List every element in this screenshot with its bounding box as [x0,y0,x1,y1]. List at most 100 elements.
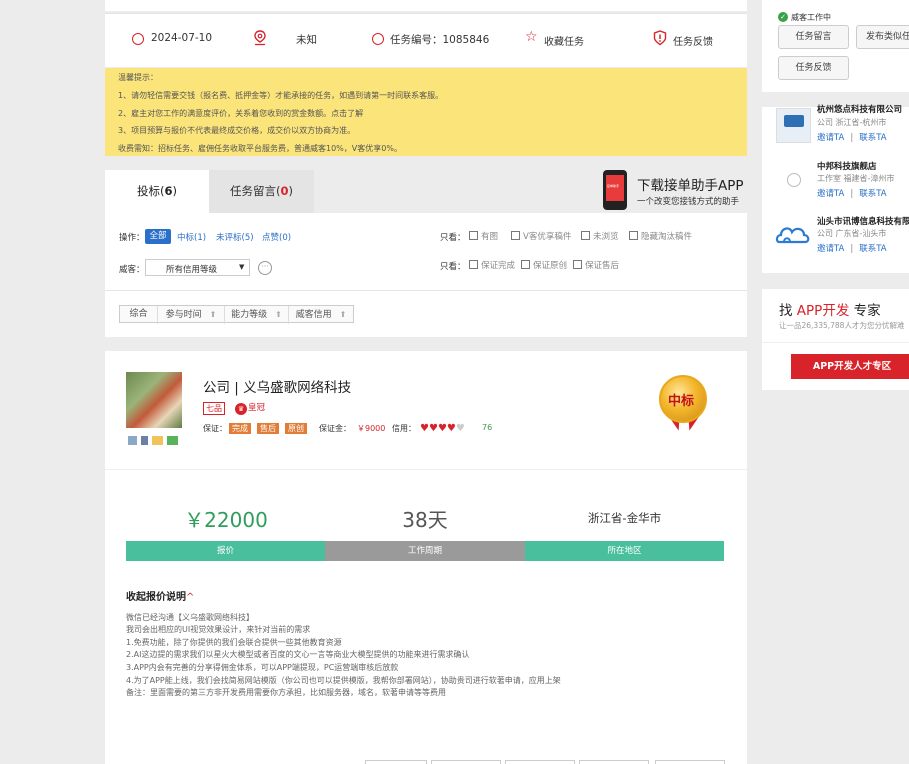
tab-bids[interactable]: 投标(6) [105,170,209,213]
app-promo-phone[interactable]: 接单助手 [603,170,627,210]
filter-liked-link[interactable]: 点赞(0) [262,231,291,243]
date-text: 2024-07-10 [151,32,213,44]
checkbox-guarantee-aftersale[interactable]: 保证售后 [573,259,619,271]
invite-link[interactable]: 邀请TA [817,133,844,143]
heart-icon: ♥ [420,423,429,434]
contact-link[interactable]: 联系TA [859,244,886,254]
checkbox-vip[interactable]: V客优享稿件 [511,230,571,242]
sort-join-time[interactable]: 参与时间 ⬆ [158,306,225,324]
company-name[interactable]: 杭州悠点科技有限公司 [817,103,902,115]
link-separator: | [850,244,854,254]
heart-empty-icon: ♥ [455,423,465,434]
link-separator: | [850,189,854,199]
check-circle-icon: ✓ [778,12,788,22]
more-options-icon[interactable]: ··· [258,261,272,275]
invite-link[interactable]: 邀请TA [817,244,844,254]
checkbox-box[interactable] [581,231,590,240]
sort-arrow-icon: ⬆ [209,310,217,319]
checkbox-has-image[interactable]: 有图 [469,230,498,242]
sort-label: 能力等级 [231,310,268,320]
task-feedback-link[interactable]: 任务反馈 [673,33,713,48]
guarantee-label: 保证： [203,424,227,433]
win-medal: 中标 [659,375,707,433]
company-actions: 邀请TA | 联系TA [817,187,887,199]
contact-link[interactable]: 联系TA [859,189,886,199]
credit-label: 信用： [392,424,416,433]
bank-verified-icon [167,436,178,445]
find-expert-suffix: 专家 [853,303,881,319]
tab-messages-count: 0 [280,184,289,198]
task-message-button[interactable]: 任务留言 [778,25,849,49]
caret-down-icon: ▼ [239,263,245,271]
checkbox-label: 保证完成 [481,261,516,271]
invite-link[interactable]: 邀请TA [817,189,844,199]
collapse-label: 收起报价说明 [126,592,186,603]
credit-score: 76 [482,423,493,432]
description-line: 我司会出相应的UI视觉效果设计，来针对当前的需求 [126,625,311,634]
checkbox-hide-eliminated[interactable]: 隐藏淘汰稿件 [629,230,692,242]
checkbox-box[interactable] [629,231,638,240]
action-button[interactable] [505,760,575,764]
checkbox-box[interactable] [573,260,582,269]
phone-screen [606,175,624,201]
company-logo[interactable] [776,108,811,143]
operation-label: 操作： [119,233,145,243]
task-feedback-button[interactable]: 任务反馈 [778,56,849,80]
filter-all-button[interactable]: 全部 [145,229,171,244]
app-promo-title[interactable]: 下载接单助手APP [637,174,744,194]
company-name[interactable]: 汕头市讯博信息科技有限 [817,215,909,227]
checkbox-box[interactable] [469,231,478,240]
tab-messages[interactable]: 任务留言(0) [209,170,314,213]
checkbox-box[interactable] [469,260,478,269]
description-line: 备注：里面需要的第三方非开发费用需要你方承担，比如服务器，域名，软著申请等等费用 [126,688,446,697]
phone-screen-text: 接单助手 [607,184,620,188]
see-only-label-2: 只看： [440,262,466,272]
checkbox-label: 有图 [481,232,499,242]
deposit-value: ￥9000 [357,424,386,433]
action-button[interactable] [655,760,725,764]
period-bar-label: 工作周期 [407,546,442,556]
app-dev-talent-button[interactable]: APP开发人才专区 [791,354,909,379]
bidder-avatar[interactable] [126,372,182,428]
sort-comprehensive[interactable]: 综合 [120,306,158,324]
filter-winning-link[interactable]: 中标(1) [177,231,206,243]
checkbox-guarantee-original[interactable]: 保证原创 [521,259,567,271]
sort-ability[interactable]: 能力等级 ⬆ [225,306,289,324]
tab-messages-suffix: ) [288,184,294,198]
bidder-company-name[interactable]: 公司 | 义乌盛歌网络科技 [203,376,351,396]
guarantee-tag-complete: 完成 [229,423,251,434]
checkbox-unviewed[interactable]: 未浏览 [581,230,619,242]
action-button[interactable] [431,760,501,764]
company-name[interactable]: 中邦科技旗舰店 [817,160,877,172]
sort-credit[interactable]: 威客信用 ⬆ [289,306,353,324]
credit-level-select[interactable]: 所有信用等级 ▼ [145,259,250,276]
notice-line: 2、雇主对您工作的满意度评价，关系着您收到的赏金数额。点击了解 [118,109,364,118]
favorite-task-link[interactable]: 收藏任务 [544,33,584,48]
guarantee-tag-aftersale: 售后 [257,423,279,434]
company-logo[interactable] [776,163,811,198]
contact-link[interactable]: 联系TA [859,133,886,143]
sort-arrow-icon: ⬆ [339,310,347,319]
action-button[interactable] [579,760,649,764]
heart-icon: ♥ [437,423,447,434]
checkbox-box[interactable] [511,231,520,240]
region-value: 浙江省-金华市 [587,511,662,525]
description-line: 微信已经沟通【义乌盛歌网络科技】 [126,613,254,622]
company-actions: 邀请TA | 联系TA [817,131,887,143]
phone-verified-icon [141,436,148,445]
checkbox-guarantee-complete[interactable]: 保证完成 [469,259,515,271]
star-icon[interactable]: ☆ [525,29,538,45]
witkey-working-text: 威客工作中 [791,13,831,22]
heart-icon: ♥ [446,423,456,434]
sort-label: 威客信用 [295,310,332,320]
task-number-text: 任务编号：1085846 [390,34,490,46]
tab-messages-label: 任务留言( [229,184,281,198]
company-logo[interactable] [775,222,811,248]
filter-unrated-link[interactable]: 未评标(5) [216,231,254,243]
checkbox-box[interactable] [521,260,530,269]
publish-similar-button[interactable]: 发布类似任 [856,25,909,49]
tab-bids-suffix: ) [172,184,178,198]
collapse-description-toggle[interactable]: 收起报价说明^ [126,588,194,603]
sort-label: 参与时间 [165,310,202,320]
action-button[interactable] [365,760,427,764]
